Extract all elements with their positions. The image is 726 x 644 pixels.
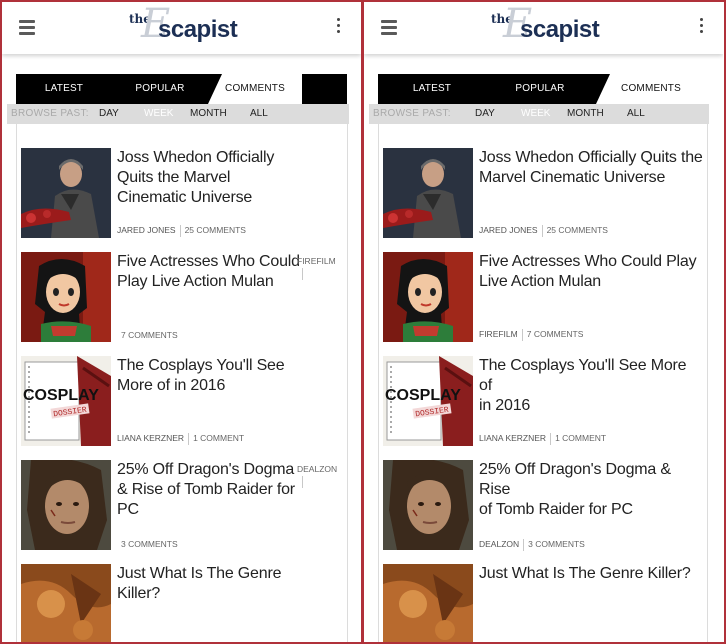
- more-options-icon[interactable]: [700, 18, 704, 36]
- article-thumbnail[interactable]: [383, 460, 473, 550]
- article-thumbnail[interactable]: [383, 148, 473, 238]
- thumb-cosplay-text: COSPLAY: [385, 387, 461, 404]
- browse-day[interactable]: DAY: [475, 104, 495, 124]
- browse-past-label: BROWSE PAST:: [11, 108, 89, 119]
- article-comments[interactable]: 1 COMMENT: [555, 433, 606, 443]
- browse-week[interactable]: WEEK: [521, 104, 550, 124]
- site-header: the E scapist: [2, 2, 361, 54]
- article-thumbnail[interactable]: COSPLAY DOSSIER: [383, 356, 473, 446]
- more-options-icon[interactable]: [337, 18, 341, 36]
- list-item: Joss Whedon Officially Quits the Marvel …: [383, 148, 703, 244]
- article-comments[interactable]: 25 COMMENTS: [185, 225, 246, 235]
- article-title[interactable]: Five Actresses Who Could Play Live Actio…: [117, 252, 300, 292]
- tab-popular[interactable]: POPULAR: [112, 74, 208, 104]
- hamburger-menu-icon[interactable]: [381, 20, 397, 36]
- article-comments[interactable]: 7 COMMENTS: [121, 330, 178, 340]
- article-title[interactable]: Joss Whedon Officially Quits the Marvel …: [479, 148, 703, 188]
- article-thumbnail[interactable]: COSPLAY DOSSIER: [21, 356, 111, 446]
- browse-day[interactable]: DAY: [99, 104, 119, 124]
- article-meta: FIREFILM 7 COMMENTS: [479, 328, 583, 341]
- article-title[interactable]: Just What Is The Genre Killer?: [117, 564, 281, 604]
- tab-popular[interactable]: POPULAR: [486, 74, 594, 104]
- browse-week[interactable]: WEEK: [144, 104, 173, 124]
- thumb-cosplay-text: COSPLAY: [23, 387, 99, 404]
- article-author[interactable]: LIANA KERZNER: [117, 433, 184, 443]
- list-item: 25% Off Dragon's Dogma & Rise of Tomb Ra…: [383, 460, 703, 556]
- list-item: Five Actresses Who Could Play Live Actio…: [383, 252, 703, 348]
- browse-all[interactable]: ALL: [627, 104, 645, 124]
- list-item: Five Actresses Who Could Play Live Actio…: [21, 252, 341, 348]
- article-meta: LIANA KERZNER 1 COMMENT: [479, 432, 606, 445]
- article-title[interactable]: 25% Off Dragon's Dogma & Rise of Tomb Ra…: [117, 460, 295, 520]
- article-comments[interactable]: 25 COMMENTS: [547, 225, 608, 235]
- article-thumbnail[interactable]: [383, 252, 473, 342]
- article-meta: JARED JONES 25 COMMENTS: [479, 224, 608, 237]
- site-header: the E scapist: [364, 2, 723, 54]
- article-thumbnail[interactable]: [21, 460, 111, 550]
- logo-word: scapist: [520, 16, 600, 43]
- article-title[interactable]: Joss Whedon Officially Quits the Marvel …: [117, 148, 274, 208]
- browse-all[interactable]: ALL: [250, 104, 268, 124]
- article-author[interactable]: JARED JONES: [117, 225, 176, 235]
- tab-latest[interactable]: LATEST: [16, 74, 112, 104]
- list-item: Just What Is The Genre Killer?: [21, 564, 341, 642]
- article-comments[interactable]: 3 COMMENTS: [528, 539, 585, 549]
- article-author[interactable]: LIANA KERZNER: [479, 433, 546, 443]
- tab-latest[interactable]: LATEST: [378, 74, 486, 104]
- tab-bar: LATEST POPULAR COMMENTS: [16, 74, 347, 104]
- list-item: Joss Whedon Officially Quits the Marvel …: [21, 148, 341, 244]
- panel-divider: [361, 0, 364, 644]
- article-title[interactable]: Just What Is The Genre Killer?: [479, 564, 691, 584]
- article-comments[interactable]: 7 COMMENTS: [527, 329, 584, 339]
- article-title[interactable]: The Cosplays You'll See More of in 2016: [117, 356, 285, 396]
- escapist-logo[interactable]: the E scapist: [491, 4, 600, 50]
- article-thumbnail[interactable]: [21, 252, 111, 342]
- list-item: COSPLAY DOSSIER The Cosplays You'll See …: [21, 356, 341, 452]
- article-thumbnail[interactable]: [383, 564, 473, 642]
- browse-past-label: BROWSE PAST:: [373, 108, 451, 119]
- article-title[interactable]: Five Actresses Who Could Play Live Actio…: [479, 252, 697, 292]
- list-item: 25% Off Dragon's Dogma & Rise of Tomb Ra…: [21, 460, 341, 556]
- article-thumbnail[interactable]: [21, 148, 111, 238]
- browse-past-bar: BROWSE PAST: DAY WEEK MONTH ALL: [369, 104, 709, 124]
- article-author[interactable]: FIREFILM: [297, 255, 341, 280]
- article-meta: DEALZON 3 COMMENTS: [479, 538, 585, 551]
- article-meta: JARED JONES 25 COMMENTS: [117, 224, 246, 237]
- list-item: COSPLAY DOSSIER The Cosplays You'll See …: [383, 356, 703, 452]
- browse-month[interactable]: MONTH: [567, 104, 604, 124]
- article-author[interactable]: DEALZON: [479, 539, 519, 549]
- article-author[interactable]: JARED JONES: [479, 225, 538, 235]
- article-title[interactable]: The Cosplays You'll See More of in 2016: [479, 356, 703, 416]
- tab-bar: LATEST POPULAR COMMENTS: [378, 74, 706, 104]
- article-author[interactable]: FIREFILM: [479, 329, 518, 339]
- article-meta: 7 COMMENTS: [121, 329, 178, 341]
- browse-month[interactable]: MONTH: [190, 104, 227, 124]
- logo-word: scapist: [158, 16, 238, 43]
- article-comments[interactable]: 3 COMMENTS: [121, 539, 178, 549]
- article-thumbnail[interactable]: [21, 564, 111, 642]
- right-panel: the E scapist LATEST POPULAR COMMENTS BR…: [364, 2, 723, 642]
- article-meta: 3 COMMENTS: [121, 538, 178, 550]
- left-panel: the E scapist LATEST POPULAR COMMENTS BR…: [2, 2, 361, 642]
- article-title[interactable]: 25% Off Dragon's Dogma & Rise of Tomb Ra…: [479, 460, 703, 520]
- article-author[interactable]: DEALZON: [297, 463, 341, 488]
- tab-comments[interactable]: COMMENTS: [208, 74, 302, 104]
- browse-past-bar: BROWSE PAST: DAY WEEK MONTH ALL: [7, 104, 349, 124]
- article-comments[interactable]: 1 COMMENT: [193, 433, 244, 443]
- article-meta: LIANA KERZNER 1 COMMENT: [117, 432, 244, 445]
- tab-comments[interactable]: COMMENTS: [596, 74, 706, 104]
- escapist-logo[interactable]: the E scapist: [129, 4, 238, 50]
- hamburger-menu-icon[interactable]: [19, 20, 35, 36]
- list-item: Just What Is The Genre Killer?: [383, 564, 703, 642]
